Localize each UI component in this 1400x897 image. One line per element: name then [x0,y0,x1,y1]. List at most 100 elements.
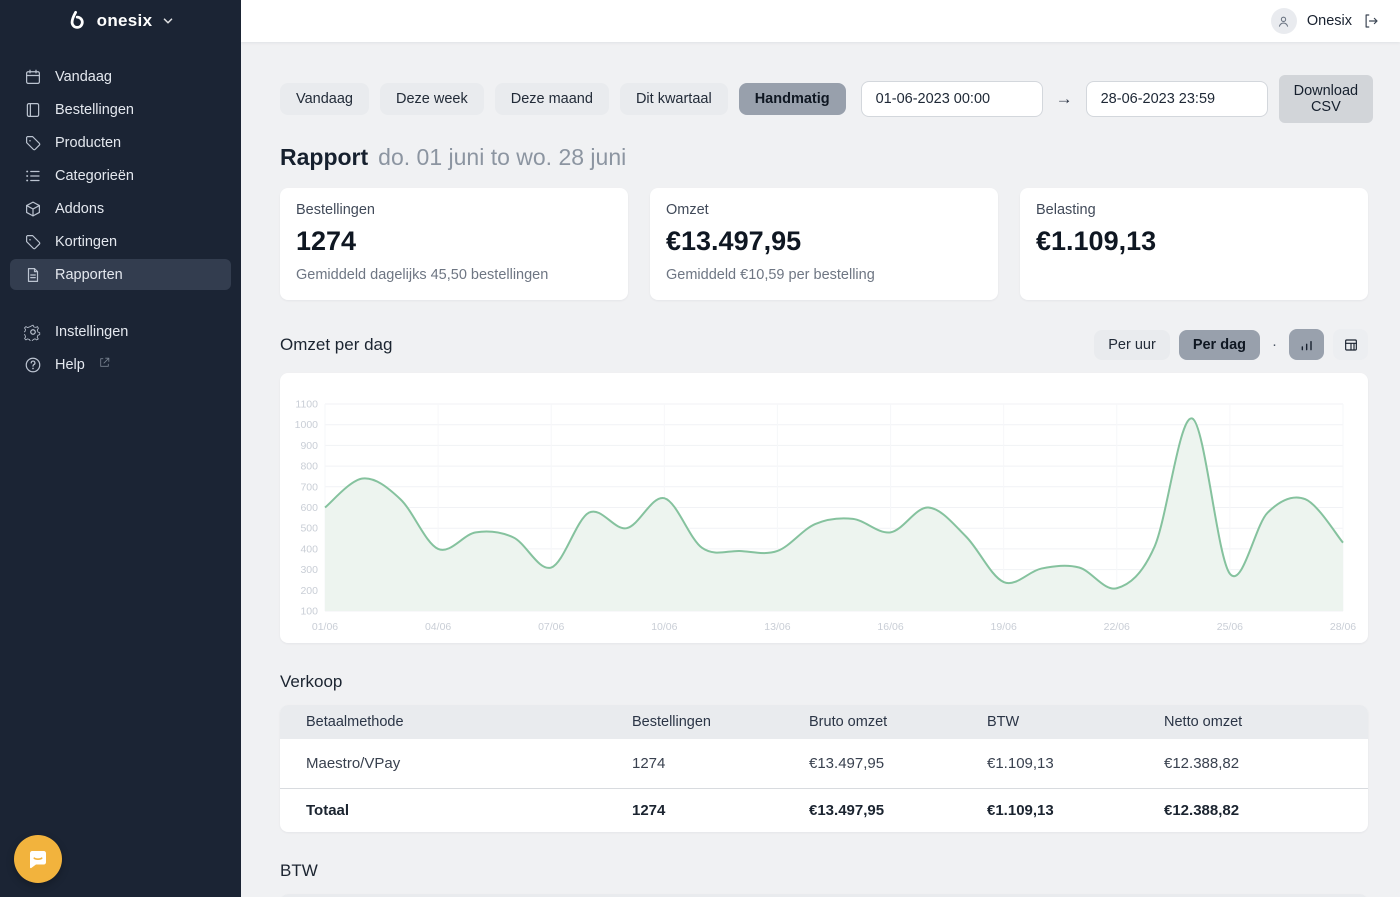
cell-totaal-bestellingen: 1274 [632,802,809,819]
column-header: Netto omzet [1164,714,1368,730]
gear-icon [23,322,42,341]
verkoop-title: Verkoop [280,672,1368,692]
cell-bruto-omzet: €13.497,95 [809,755,987,772]
sidebar-item-categorieen[interactable]: Categorieën [10,160,231,191]
calendar-icon [23,67,42,86]
chart-title: Omzet per dag [280,335,392,355]
svg-text:22/06: 22/06 [1104,621,1130,633]
svg-text:19/06: 19/06 [991,621,1017,633]
stat-value: 1274 [296,226,612,257]
tag-icon [23,232,42,251]
svg-text:28/06: 28/06 [1330,621,1356,633]
stat-value: €1.109,13 [1036,226,1352,257]
dot-separator: · [1269,336,1280,353]
svg-text:800: 800 [300,461,318,473]
cell-btw: €1.109,13 [987,755,1164,772]
page-title: Rapport [280,144,368,171]
box-icon [23,199,42,218]
nav-divider-gap [0,291,241,315]
svg-text:16/06: 16/06 [877,621,903,633]
chevron-down-icon [161,14,175,28]
cell-totaal-label: Totaal [280,802,632,819]
omzet-chart-card: 1002003004005006007008009001000110001/06… [280,373,1368,643]
main-content: Vandaag Deze week Deze maand Dit kwartaa… [241,42,1400,897]
book-icon [23,100,42,119]
verkoop-section: Verkoop Betaalmethode Bestellingen Bruto… [280,672,1368,832]
preset-dit-kwartaal-button[interactable]: Dit kwartaal [620,83,728,115]
svg-text:300: 300 [300,564,318,576]
btw-section: BTW BTW percentage Totaal BTW Bruto omze… [280,861,1368,897]
onesix-logo-icon [66,10,88,32]
cell-totaal-btw: €1.109,13 [987,802,1164,819]
sidebar-item-label: Rapporten [55,267,123,283]
sidebar-item-bestellingen[interactable]: Bestellingen [10,94,231,125]
table-view-button[interactable] [1333,329,1368,360]
stat-card-bestellingen: Bestellingen 1274 Gemiddeld dagelijks 45… [280,188,628,300]
logout-icon[interactable] [1362,11,1382,31]
download-csv-button[interactable]: Download CSV [1279,75,1374,123]
total-row: Totaal 1274 €13.497,95 €1.109,13 €12.388… [280,788,1368,832]
svg-text:100: 100 [300,606,318,618]
logo-text: onesix [97,11,153,31]
column-header: Bestellingen [632,714,809,730]
stat-subtext [1036,267,1352,284]
external-link-icon [98,356,111,373]
preset-vandaag-button[interactable]: Vandaag [280,83,369,115]
chart-view-button[interactable] [1289,329,1324,360]
stat-subtext: Gemiddeld dagelijks 45,50 bestellingen [296,267,612,284]
svg-text:13/06: 13/06 [764,621,790,633]
sidebar-item-kortingen[interactable]: Kortingen [10,226,231,257]
table-icon [1343,337,1359,353]
svg-text:400: 400 [300,543,318,555]
filter-bar: Vandaag Deze week Deze maand Dit kwartaa… [280,75,1368,123]
svg-text:700: 700 [300,481,318,493]
chat-launcher-button[interactable] [14,835,62,883]
list-icon [23,166,42,185]
chart-header: Omzet per dag Per uur Per dag · [280,329,1368,360]
verkoop-table: Betaalmethode Bestellingen Bruto omzet B… [280,705,1368,832]
column-header: Bruto omzet [809,714,987,730]
sidebar-item-producten[interactable]: Producten [10,127,231,158]
svg-text:10/06: 10/06 [651,621,677,633]
help-circle-icon [23,355,42,374]
sidebar-item-vandaag[interactable]: Vandaag [10,61,231,92]
sidebar-item-label: Producten [55,135,121,151]
svg-text:04/06: 04/06 [425,621,451,633]
stat-cards: Bestellingen 1274 Gemiddeld dagelijks 45… [280,188,1368,300]
preset-deze-maand-button[interactable]: Deze maand [495,83,609,115]
logo[interactable]: onesix [0,0,241,42]
cell-netto-omzet: €12.388,82 [1164,755,1368,772]
preset-handmatig-button[interactable]: Handmatig [739,83,846,115]
chat-icon [26,847,50,871]
tag-icon [23,133,42,152]
table-row: Maestro/VPay 1274 €13.497,95 €1.109,13 €… [280,739,1368,788]
stat-value: €13.497,95 [666,226,982,257]
btw-title: BTW [280,861,1368,881]
column-header: Betaalmethode [280,714,632,730]
sidebar-item-label: Categorieën [55,168,134,184]
cell-totaal-bruto: €13.497,95 [809,802,987,819]
sidebar-item-addons[interactable]: Addons [10,193,231,224]
per-uur-button[interactable]: Per uur [1094,330,1170,360]
chart-controls: Per uur Per dag · [1094,329,1368,360]
sidebar-item-help[interactable]: Help [10,349,231,380]
avatar[interactable] [1271,8,1297,34]
date-from-input[interactable] [861,81,1043,117]
sidebar-item-label: Kortingen [55,234,117,250]
svg-text:1100: 1100 [295,399,318,411]
sidebar-item-rapporten[interactable]: Rapporten [10,259,231,290]
cell-betaalmethode: Maestro/VPay [280,755,632,772]
sidebar: onesix Vandaag Bestellingen Producten [0,0,241,897]
sidebar-item-label: Addons [55,201,104,217]
svg-text:500: 500 [300,523,318,535]
per-dag-button[interactable]: Per dag [1179,330,1260,360]
omzet-chart[interactable]: 1002003004005006007008009001000110001/06… [280,373,1368,643]
sidebar-item-instellingen[interactable]: Instellingen [10,316,231,347]
column-header: BTW [987,714,1164,730]
sidebar-item-label: Bestellingen [55,102,134,118]
preset-deze-week-button[interactable]: Deze week [380,83,484,115]
arrow-right-icon: → [1054,89,1075,109]
svg-text:900: 900 [300,440,318,452]
svg-text:1000: 1000 [295,419,319,431]
date-to-input[interactable] [1086,81,1268,117]
